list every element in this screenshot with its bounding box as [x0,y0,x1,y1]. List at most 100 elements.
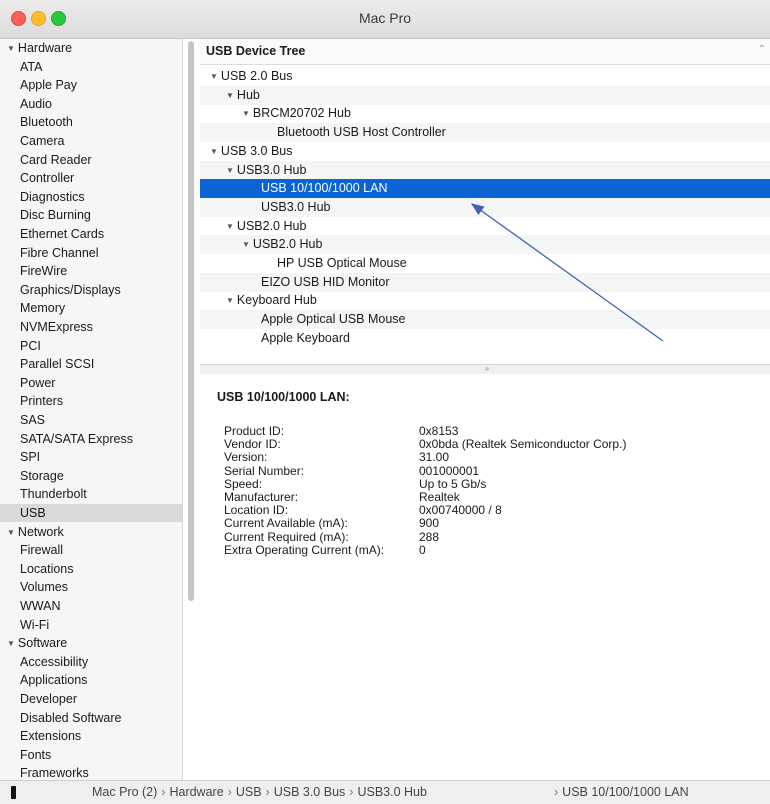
sidebar-item-memory[interactable]: Memory [0,299,182,317]
disclosure-triangle-icon[interactable]: ▼ [226,296,234,305]
sidebar-item-pci[interactable]: PCI [0,337,182,355]
property-label: Location ID: [224,503,289,518]
disclosure-triangle-icon[interactable]: ▼ [7,528,15,537]
sidebar-item-apple-pay[interactable]: Apple Pay [0,76,182,94]
sidebar-item-sata-sata-express[interactable]: SATA/SATA Express [0,430,182,448]
window-title: Mac Pro [358,10,412,26]
sidebar-item-usb[interactable]: USB [0,504,182,522]
tree-row[interactable]: ▼ USB 2.0 Bus [200,67,770,86]
sidebar-item-graphics-displays[interactable]: Graphics/Displays [0,281,182,299]
sidebar-item-thunderbolt[interactable]: Thunderbolt [0,485,182,503]
sidebar-item-disc-burning[interactable]: Disc Burning [0,206,182,224]
tree-row[interactable]: ▼ USB2.0 Hub [200,235,770,255]
sidebar-group-software[interactable]: ▼ Software [0,634,182,652]
tree-row-label: USB2.0 Hub [236,218,307,233]
disclosure-triangle-icon[interactable]: ▼ [226,166,234,175]
property-label: Version: [224,450,268,465]
tree-row[interactable]: EIZO USB HID Monitor [200,272,770,292]
sidebar: ▼ Hardware ATA Apple Pay Audio Bluetooth Camer… [0,39,183,780]
breadcrumb-item-hardware[interactable]: Hardware [169,785,223,799]
tree-row[interactable]: ▼ USB3.0 Hub [200,160,770,180]
sort-chevron-icon[interactable]: ⌃ [758,44,766,55]
sidebar-item-firewall[interactable]: Firewall [0,541,182,559]
tree-row-label: EIZO USB HID Monitor [261,274,390,289]
title-bar: Mac Pro [0,0,770,39]
sidebar-item-diagnostics[interactable]: Diagnostics [0,188,182,206]
tree-row[interactable]: Apple Keyboard [200,329,770,348]
property-row: Version: 31.00 [224,451,744,464]
tree-row[interactable]: ▼ BRCM20702 Hub [200,104,770,123]
tree-header[interactable]: USB Device Tree ⌃ [200,39,770,65]
property-value: Up to 5 Gb/s [419,476,487,491]
tree-row[interactable]: USB 10/100/1000 LAN [200,179,770,199]
sidebar-item-fibre-channel[interactable]: Fibre Channel [0,244,182,262]
breadcrumb-current[interactable]: › USB 10/100/1000 LAN [550,785,689,799]
breadcrumb: Mac Pro (2) › Hardware › USB › USB 3.0 Bus › USB… [92,785,427,799]
sidebar-item-developer[interactable]: Developer [0,690,182,708]
sidebar-item-wi-fi[interactable]: Wi-Fi [0,616,182,634]
sidebar-item-sas[interactable]: SAS [0,411,182,429]
tree-row[interactable]: ▼ Hub [200,85,770,105]
sidebar-item-parallel-scsi[interactable]: Parallel SCSI [0,355,182,373]
tree-row[interactable]: Apple Optical USB Mouse [200,310,770,330]
property-row: Product ID: 0x8153 [224,425,744,438]
sidebar-item-audio[interactable]: Audio [0,95,182,113]
property-row: Vendor ID: 0x0bda (Realtek Semiconductor … [224,438,744,451]
tree-row[interactable]: ▼ USB2.0 Hub [200,217,770,236]
detail-title: USB 10/100/1000 LAN: [217,390,350,404]
disclosure-triangle-icon[interactable]: ▼ [210,147,218,156]
tree-row[interactable]: USB3.0 Hub [200,197,770,217]
breadcrumb-item-usb[interactable]: USB [236,785,262,799]
sidebar-item-frameworks[interactable]: Frameworks [0,764,182,780]
tree-row-label: Bluetooth USB Host Controller [277,125,446,140]
property-value: 0x00740000 / 8 [419,503,502,518]
sidebar-group-network[interactable]: ▼ Network [0,523,182,541]
sidebar-item-wwan[interactable]: WWAN [0,597,182,615]
sidebar-group-hardware[interactable]: ▼ Hardware [0,39,182,57]
property-label: Manufacturer: [224,490,299,504]
sidebar-item-nvmexpress[interactable]: NVMExpress [0,318,182,336]
detail-pane: USB 10/100/1000 LAN: Product ID: 0x8153 Ve… [200,374,770,780]
disclosure-triangle-icon[interactable]: ▼ [242,109,250,118]
sidebar-item-ethernet-cards[interactable]: Ethernet Cards [0,225,182,243]
sidebar-item-power[interactable]: Power [0,374,182,392]
tree-row[interactable]: HP USB Optical Mouse [200,254,770,273]
sidebar-item-volumes[interactable]: Volumes [0,578,182,596]
disclosure-triangle-icon[interactable]: ▼ [226,222,234,231]
breadcrumb-item-usb3-0-hub[interactable]: USB3.0 Hub [357,785,426,799]
tree-row[interactable]: Bluetooth USB Host Controller [200,123,770,143]
breadcrumb-separator-icon: › [227,785,232,799]
sidebar-item-locations[interactable]: Locations [0,560,182,578]
property-value: 0 [419,542,426,557]
disclosure-triangle-icon[interactable]: ▼ [242,240,250,249]
sidebar-item-card-reader[interactable]: Card Reader [0,151,182,169]
tree-row-label: USB3.0 Hub [261,199,331,214]
sidebar-item-disabled-software[interactable]: Disabled Software [0,709,182,727]
tree-row-label: USB3.0 Hub [236,162,307,177]
sidebar-item-spi[interactable]: SPI [0,448,182,466]
splitter-handle-icon[interactable] [485,367,489,371]
sidebar-item-firewire[interactable]: FireWire [0,262,182,280]
sidebar-item-controller[interactable]: Controller [0,169,182,187]
sidebar-item-applications[interactable]: Applications [0,671,182,689]
sidebar-item-camera[interactable]: Camera [0,132,182,150]
disclosure-triangle-icon[interactable]: ▼ [7,639,15,648]
sidebar-item-accessibility[interactable]: Accessibility [0,653,182,671]
sidebar-item-ata[interactable]: ATA [0,58,182,76]
breadcrumb-item-usb-3-0-bus[interactable]: USB 3.0 Bus [274,785,346,799]
sidebar-item-storage[interactable]: Storage [0,467,182,485]
property-label: Extra Operating Current (mA): [224,542,385,557]
property-value: 31.00 [419,450,450,465]
sidebar-item-extensions[interactable]: Extensions [0,727,182,745]
sidebar-item-fonts[interactable]: Fonts [0,746,182,764]
tree-row-label: Apple Optical USB Mouse [261,312,406,327]
sidebar-scrollbar[interactable] [188,41,194,601]
disclosure-triangle-icon[interactable]: ▼ [7,44,15,53]
sidebar-item-bluetooth[interactable]: Bluetooth [0,113,182,131]
disclosure-triangle-icon[interactable]: ▼ [226,91,234,100]
tree-row[interactable]: ▼ USB 3.0 Bus [200,142,770,161]
disclosure-triangle-icon[interactable]: ▼ [210,72,218,81]
tree-row[interactable]: ▼ Keyboard Hub [200,291,770,310]
sidebar-item-printers[interactable]: Printers [0,392,182,410]
breadcrumb-item-mac-pro-2[interactable]: Mac Pro (2) [92,785,157,799]
